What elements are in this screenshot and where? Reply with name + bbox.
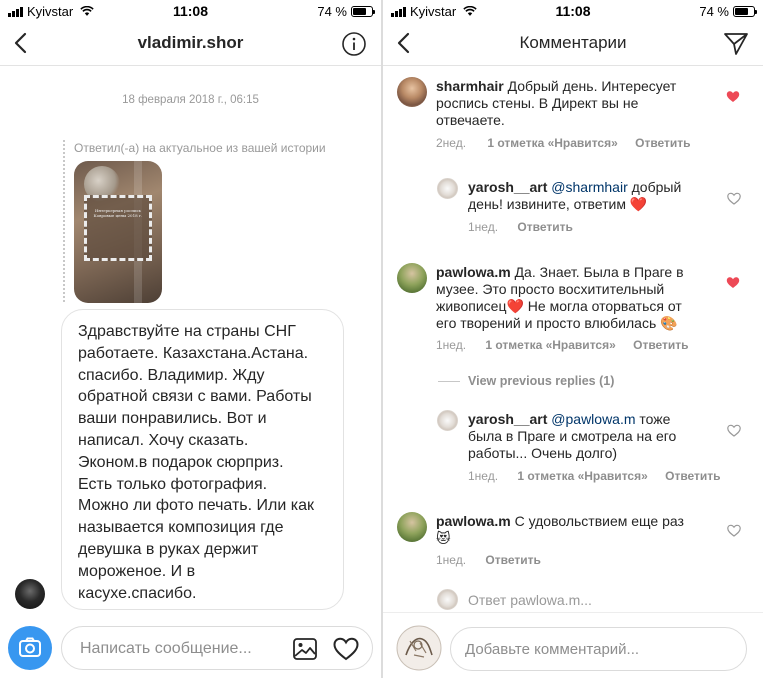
comment-text: yarosh__art @pawlowa.m тоже была в Праге… [468, 411, 677, 461]
view-previous-replies[interactable]: View previous replies (1) [468, 374, 614, 388]
comment-username[interactable]: yarosh__art [468, 179, 547, 195]
like-heart-icon[interactable] [726, 90, 740, 103]
like-heart-icon[interactable] [727, 192, 741, 205]
message-date: 18 февраля 2018 г., 06:15 [122, 94, 259, 106]
reply-button[interactable]: Ответить [517, 220, 572, 234]
message-placeholder: Написать сообщение... [80, 640, 252, 657]
comment-input[interactable]: Добавьте комментарий... [450, 627, 747, 671]
mention-link[interactable]: @sharmhair [551, 179, 627, 195]
message-line: Есть только фотография. [78, 475, 268, 493]
reply-divider [63, 140, 65, 302]
message-line: мороженое. И в [78, 562, 196, 580]
comment-time: 1нед. [436, 338, 467, 352]
sender-avatar[interactable] [15, 579, 45, 609]
message-line: Здравствуйте на страны СНГ [78, 323, 296, 340]
reply-button[interactable]: Ответить [665, 469, 720, 483]
battery-icon [351, 6, 375, 17]
comments-header: Комментарии [383, 22, 763, 66]
comment-meta: 1нед. 1 отметка «Нравится» Ответить [436, 338, 689, 352]
chat-username[interactable]: vladimir.shor [0, 33, 381, 53]
message-line: называется композиция где [78, 519, 284, 537]
comment-meta: 2нед. 1 отметка «Нравится» Ответить [436, 136, 691, 150]
story-price-frame: Интерьерная роспись Ковровые цены 2018 г… [84, 195, 152, 261]
comment-time: 1нед. [436, 553, 467, 567]
message-line: Эконом.в подарок сюрприз. [78, 453, 284, 471]
likes-count[interactable]: 1 отметка «Нравится» [485, 338, 615, 352]
avatar[interactable] [437, 410, 458, 431]
likes-count[interactable]: 1 отметка «Нравится» [487, 136, 617, 150]
direct-chat-screen: Kyivstar 11:08 74 % vladimir.shor 18 фев… [0, 0, 381, 678]
avatar [437, 589, 458, 610]
comment-meta: 1нед. 1 отметка «Нравится» Ответить [468, 469, 721, 483]
reply-button[interactable]: Ответить [485, 553, 540, 567]
battery-percent: 74 % [699, 4, 729, 19]
like-heart-icon[interactable] [727, 524, 741, 537]
story-reply-note: Ответил(-а) на актуальное из вашей истор… [74, 141, 326, 155]
reply-to-input[interactable]: Ответ pawlowa.m... [468, 592, 592, 608]
battery-fill [735, 8, 749, 15]
heart-icon[interactable] [332, 636, 360, 662]
reply-button[interactable]: Ответить [635, 136, 690, 150]
like-heart-icon[interactable] [727, 424, 741, 437]
my-avatar[interactable] [396, 625, 442, 671]
comments-title: Комментарии [519, 33, 627, 52]
likes-count[interactable]: 1 отметка «Нравится» [517, 469, 647, 483]
comment-username[interactable]: yarosh__art [468, 411, 547, 427]
battery-fill [353, 8, 367, 15]
avatar[interactable] [397, 77, 427, 107]
reply-button[interactable]: Ответить [633, 338, 688, 352]
avatar[interactable] [437, 178, 458, 199]
message-input[interactable]: Написать сообщение... [61, 626, 373, 670]
battery-percent: 74 % [317, 4, 347, 19]
like-heart-icon[interactable] [726, 276, 740, 289]
comment-text: sharmhair Добрый день. Интересует роспис… [436, 78, 677, 128]
camera-button[interactable] [8, 626, 52, 670]
camera-icon [19, 637, 41, 657]
comment-time: 1нед. [468, 220, 499, 234]
info-icon[interactable] [341, 31, 367, 57]
gallery-icon[interactable] [292, 637, 318, 661]
comment-username[interactable]: pawlowa.m [436, 513, 511, 529]
message-line: ваши понравились. Вот и [78, 410, 267, 428]
message-bubble[interactable]: Здравствуйте на страны СНГ работаете. Каз… [61, 309, 344, 610]
mention-link[interactable]: @pawlowa.m [551, 411, 635, 427]
status-bar: Kyivstar 11:08 74 % [0, 0, 381, 22]
message-line: девушка в руках держит [78, 540, 259, 558]
comment-placeholder: Добавьте комментарий... [465, 641, 640, 658]
comment-time: 2нед. [436, 136, 467, 150]
status-bar: Kyivstar 11:08 74 % [383, 0, 763, 22]
comment-time: 1нед. [468, 469, 499, 483]
message-line: Можно ли фото печать. Или как [78, 497, 314, 515]
message-line: написал. Хочу сказать. [78, 431, 249, 449]
replies-divider [438, 381, 460, 382]
comment-composer: Добавьте комментарий... [383, 612, 763, 678]
avatar[interactable] [397, 263, 427, 293]
message-line: работаете. Казахстана.Астана. [78, 344, 309, 362]
comment-text: yarosh__art @sharmhair добрый день! изви… [468, 179, 682, 212]
send-icon[interactable] [723, 31, 749, 57]
comment-text: pawlowa.m С удовольствием еще раз 😻 [436, 513, 684, 546]
comment-username[interactable]: pawlowa.m [436, 264, 511, 280]
avatar[interactable] [397, 512, 427, 542]
comments-screen: Kyivstar 11:08 74 % Комментарии sharmhai… [383, 0, 763, 678]
comment-meta: 1нед. Ответить [436, 553, 541, 567]
message-line: обратной связи с вами. Работы [78, 388, 312, 406]
comment-meta: 1нед. Ответить [468, 220, 573, 234]
story-thumbnail[interactable]: Интерьерная роспись Ковровые цены 2018 г… [74, 161, 162, 303]
comment-text: pawlowa.m Да. Знает. Была в Праге в музе… [436, 264, 684, 331]
story-caption: Интерьерная роспись Ковровые цены 2018 г… [93, 208, 143, 218]
comment-username[interactable]: sharmhair [436, 78, 504, 94]
chat-header: vladimir.shor [0, 22, 381, 66]
message-composer: Написать сообщение... [0, 622, 381, 678]
message-line: касухе.спасибо. [78, 584, 197, 602]
message-text: Здравствуйте на страны СНГ работаете. Каз… [78, 321, 328, 604]
battery-icon [733, 6, 757, 17]
message-line: спасибо. Владимир. Жду [78, 366, 265, 384]
